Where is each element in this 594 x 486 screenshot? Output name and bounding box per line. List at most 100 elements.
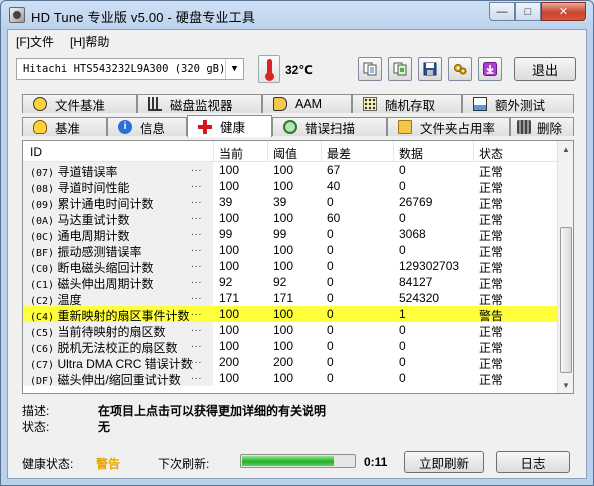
row-data: 524320 xyxy=(399,291,440,305)
row-attribute-label: 通电周期计数 xyxy=(57,229,130,243)
vertical-scrollbar[interactable]: ▲ ▼ xyxy=(557,141,573,393)
log-button[interactable]: 日志 xyxy=(496,451,570,473)
refresh-countdown: 0:11 xyxy=(364,455,388,469)
header-worst[interactable]: 最差 xyxy=(327,145,351,162)
row-threshold: 92 xyxy=(273,275,287,289)
truncation-dots: ... xyxy=(191,355,203,366)
header-status[interactable]: 状态 xyxy=(479,145,503,162)
minimize-button[interactable]: — xyxy=(489,2,515,21)
table-row[interactable]: (07) 寻道错误率... 100 100 67 0 正常 xyxy=(23,162,557,179)
table-row[interactable]: (C1) 磁头伸出周期计数... 92 92 0 84127 正常 xyxy=(23,274,557,291)
header-id[interactable]: ID xyxy=(30,145,42,159)
benchmark-icon xyxy=(33,120,47,134)
tab-erase[interactable]: 删除 xyxy=(510,117,574,136)
description-label: 描述: xyxy=(22,404,50,418)
close-button[interactable]: ✕ xyxy=(541,2,586,21)
table-row[interactable]: (0C) 通电周期计数... 99 99 0 3068 正常 xyxy=(23,226,557,243)
row-data: 3068 xyxy=(399,227,426,241)
drive-select-value: Hitachi HTS543232L9A300 (320 gB) xyxy=(23,63,226,75)
header-data[interactable]: 数据 xyxy=(399,145,423,162)
table-row[interactable]: (C7) Ultra DMA CRC 错误计数... 200 200 0 0 正常 xyxy=(23,354,557,371)
tab-info[interactable]: i 信息 xyxy=(107,117,187,136)
scroll-down-icon[interactable]: ▼ xyxy=(559,377,573,393)
row-threshold: 99 xyxy=(273,227,287,241)
row-data: 1 xyxy=(399,307,406,321)
scrollbar-thumb[interactable] xyxy=(560,227,572,373)
row-current: 100 xyxy=(219,179,240,193)
table-row[interactable]: (C2) 温度... 171 171 0 524320 正常 xyxy=(23,290,557,307)
row-current: 200 xyxy=(219,355,240,369)
row-current: 100 xyxy=(219,323,240,337)
error-scan-icon xyxy=(283,120,297,134)
folder-usage-icon xyxy=(398,120,412,134)
truncation-dots: ... xyxy=(191,179,203,190)
chevron-down-icon[interactable]: ▼ xyxy=(225,59,243,79)
row-data: 0 xyxy=(399,339,406,353)
row-threshold: 200 xyxy=(273,355,294,369)
table-row[interactable]: (DF) 磁头伸出/缩回重试计数... 100 100 0 0 正常 xyxy=(23,370,557,388)
save-icon xyxy=(423,62,437,76)
copy-screenshot-button[interactable] xyxy=(388,57,412,81)
tab-error-scan[interactable]: 错误扫描 xyxy=(272,117,387,136)
row-attribute-label: 寻道时间性能 xyxy=(57,181,130,195)
row-worst: 0 xyxy=(327,259,334,273)
tab-disk-monitor[interactable]: 磁盘监视器 xyxy=(137,94,262,113)
row-current: 100 xyxy=(219,371,240,385)
save-button[interactable] xyxy=(418,57,442,81)
row-attribute-label: 断电磁头缩回计数 xyxy=(57,261,154,275)
menu-help[interactable]: [H]帮助 xyxy=(70,33,109,50)
tab-random-access[interactable]: 随机存取 xyxy=(352,94,462,113)
header-threshold[interactable]: 阈值 xyxy=(273,145,297,162)
smart-table: ID 当前 阈值 最差 数据 状态 (07) 寻道错误率... 100 100 67 0… xyxy=(22,140,574,394)
row-worst: 67 xyxy=(327,163,341,177)
row-worst: 0 xyxy=(327,355,334,369)
tab-extra-tests[interactable]: 额外测试 xyxy=(462,94,574,113)
table-row[interactable]: (C6) 脱机无法校正的扇区数... 100 100 0 0 正常 xyxy=(23,338,557,355)
tab-folder-usage[interactable]: 文件夹占用率 xyxy=(387,117,510,136)
description-value: 在项目上点击可以获得更加详细的有关说明 xyxy=(98,404,327,418)
title-bar[interactable]: HD Tune 专业版 v5.00 - 硬盘专业工具 — □ ✕ xyxy=(1,1,593,29)
copy-text-button[interactable] xyxy=(358,57,382,81)
refresh-now-button[interactable]: 立即刷新 xyxy=(404,451,484,473)
table-row-highlighted[interactable]: (C4) 重新映射的扇区事件计数... 100 100 0 1 警告 xyxy=(23,306,557,323)
table-row[interactable]: (0A) 马达重试计数... 100 100 60 0 正常 xyxy=(23,210,557,227)
row-current: 100 xyxy=(219,307,240,321)
options-button[interactable] xyxy=(448,57,472,81)
table-row[interactable]: (08) 寻道时间性能... 100 100 40 0 正常 xyxy=(23,178,557,195)
truncation-dots: ... xyxy=(191,211,203,222)
table-row[interactable]: (BF) 振动感测错误率... 100 100 0 0 正常 xyxy=(23,242,557,259)
row-data: 0 xyxy=(399,323,406,337)
main-window: HD Tune 专业版 v5.00 - 硬盘专业工具 — □ ✕ [F]文件 [… xyxy=(0,0,594,486)
tab-aam[interactable]: AAM xyxy=(262,94,352,113)
row-attribute-label: 当前待映射的扇区数 xyxy=(57,325,166,339)
row-attribute-label: 振动感测错误率 xyxy=(57,245,142,259)
hd-tune-app-icon xyxy=(9,7,25,23)
exit-button[interactable]: 退出 xyxy=(514,57,576,81)
row-current: 100 xyxy=(219,243,240,257)
truncation-dots: ... xyxy=(191,371,203,382)
drive-select[interactable]: Hitachi HTS543232L9A300 (320 gB) ▼ xyxy=(16,58,244,80)
truncation-dots: ... xyxy=(191,323,203,334)
table-row[interactable]: (09) 累计通电时间计数... 39 39 0 26769 正常 xyxy=(23,194,557,211)
row-current: 100 xyxy=(219,211,240,225)
scroll-up-icon[interactable]: ▲ xyxy=(559,141,573,157)
maximize-button[interactable]: □ xyxy=(515,2,541,21)
row-worst: 0 xyxy=(327,243,334,257)
health-status-label: 健康状态: xyxy=(22,457,74,471)
row-worst: 0 xyxy=(327,195,334,209)
menu-file[interactable]: [F]文件 xyxy=(16,33,54,50)
header-current[interactable]: 当前 xyxy=(219,145,243,162)
row-attribute-name: (DF) 磁头伸出/缩回重试计数 xyxy=(30,371,212,388)
row-data: 0 xyxy=(399,371,406,385)
speaker-icon xyxy=(273,97,287,111)
tab-benchmark[interactable]: 基准 xyxy=(22,117,107,136)
table-row[interactable]: (C0) 断电磁头缩回计数... 100 100 0 129302703 正常 xyxy=(23,258,557,275)
tab-health[interactable]: 健康 xyxy=(187,115,272,137)
download-button[interactable] xyxy=(478,57,502,81)
row-data: 0 xyxy=(399,179,406,193)
table-row[interactable]: (C5) 当前待映射的扇区数... 100 100 0 0 正常 xyxy=(23,322,557,339)
tab-file-benchmark[interactable]: 文件基准 xyxy=(22,94,137,113)
row-attribute-label: 磁头伸出/缩回重试计数 xyxy=(57,373,181,387)
truncation-dots: ... xyxy=(191,259,203,270)
refresh-progress-fill xyxy=(242,456,334,466)
